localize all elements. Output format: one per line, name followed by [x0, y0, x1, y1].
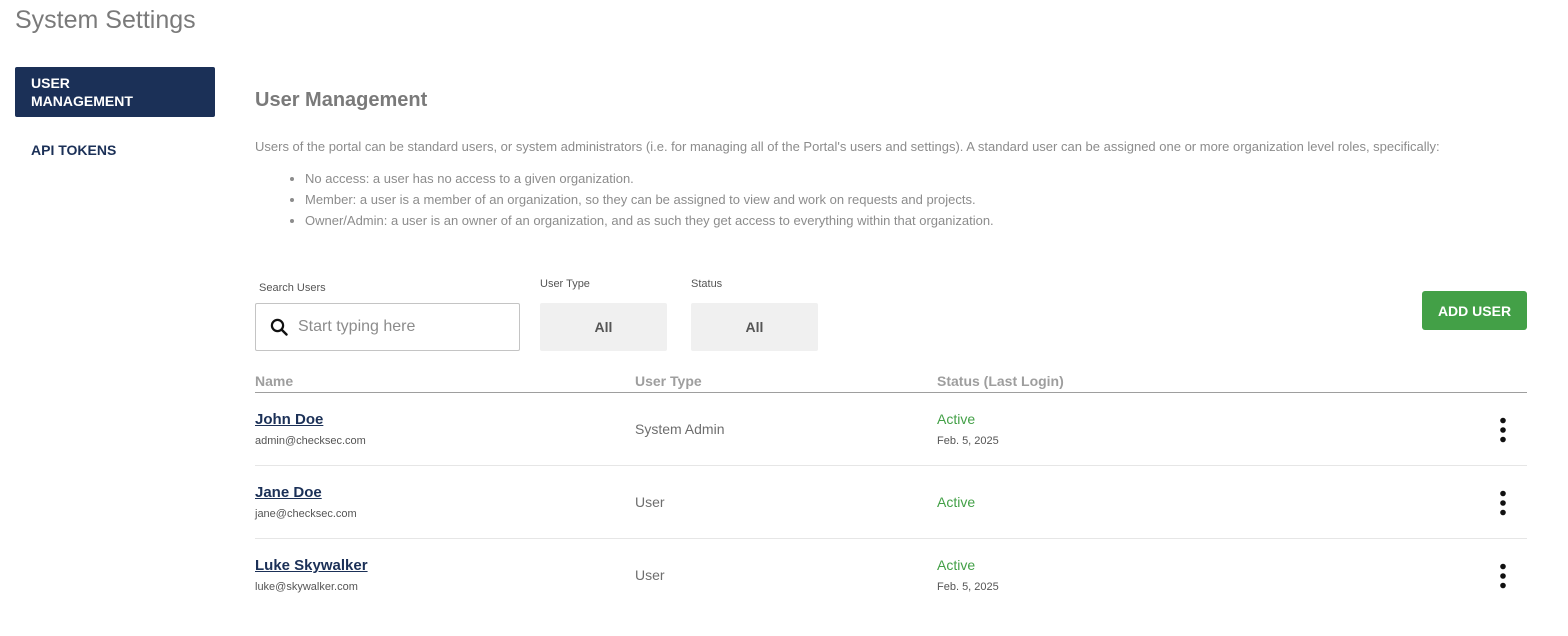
sidebar-item-label: API TOKENS [31, 142, 117, 158]
column-header-name[interactable]: Name [255, 373, 293, 389]
intro-text: Users of the portal can be standard user… [255, 139, 1440, 154]
user-name-link[interactable]: John Doe [255, 411, 323, 429]
sidebar-item-label-line1: USER [31, 75, 70, 91]
table-row: Jane Doe jane@checksec.com User Active [255, 466, 1527, 539]
user-status: Active [937, 557, 976, 573]
table-row: Luke Skywalker luke@skywalker.com User A… [255, 539, 1527, 612]
user-name-link[interactable]: Luke Skywalker [255, 557, 368, 575]
sidebar-item-api-tokens[interactable]: API TOKENS [15, 141, 215, 161]
status-filter-button[interactable]: All [691, 303, 818, 351]
sidebar-item-label-line2: MANAGEMENT [31, 93, 133, 109]
add-user-button[interactable]: ADD USER [1422, 291, 1527, 330]
user-email: jane@checksec.com [255, 508, 357, 520]
user-type-label: User Type [540, 278, 590, 290]
more-vertical-icon[interactable] [1493, 490, 1513, 516]
user-type: User [635, 567, 665, 583]
column-header-user-type[interactable]: User Type [635, 373, 702, 389]
last-login-date: Feb. 5, 2025 [937, 581, 999, 593]
users-table: Name User Type Status (Last Login) John … [255, 370, 1527, 612]
user-type: User [635, 494, 665, 510]
user-type-filter-button[interactable]: All [540, 303, 667, 351]
role-list: No access: a user has no access to a giv… [255, 168, 994, 231]
table-row: John Doe admin@checksec.com System Admin… [255, 393, 1527, 466]
last-login-date: Feb. 5, 2025 [937, 435, 999, 447]
section-title: User Management [255, 89, 428, 111]
role-item-no-access: No access: a user has no access to a giv… [305, 168, 994, 189]
page-title: System Settings [15, 6, 196, 34]
user-status: Active [937, 411, 976, 427]
search-label: Search Users [259, 282, 326, 294]
sidebar-item-user-management[interactable]: USER MANAGEMENT [15, 67, 215, 117]
search-field[interactable] [255, 303, 520, 351]
user-type: System Admin [635, 421, 725, 437]
column-header-status[interactable]: Status (Last Login) [937, 373, 1064, 389]
role-item-owner-admin: Owner/Admin: a user is an owner of an or… [305, 210, 994, 231]
search-input[interactable] [296, 317, 506, 337]
more-vertical-icon[interactable] [1493, 417, 1513, 443]
user-email: luke@skywalker.com [255, 581, 358, 593]
user-status: Active [937, 494, 976, 510]
more-vertical-icon[interactable] [1493, 563, 1513, 589]
table-header: Name User Type Status (Last Login) [255, 370, 1527, 393]
status-label: Status [691, 278, 723, 290]
user-name-link[interactable]: Jane Doe [255, 484, 322, 502]
search-icon [270, 318, 288, 336]
role-item-member: Member: a user is a member of an organiz… [305, 189, 994, 210]
user-email: admin@checksec.com [255, 435, 366, 447]
